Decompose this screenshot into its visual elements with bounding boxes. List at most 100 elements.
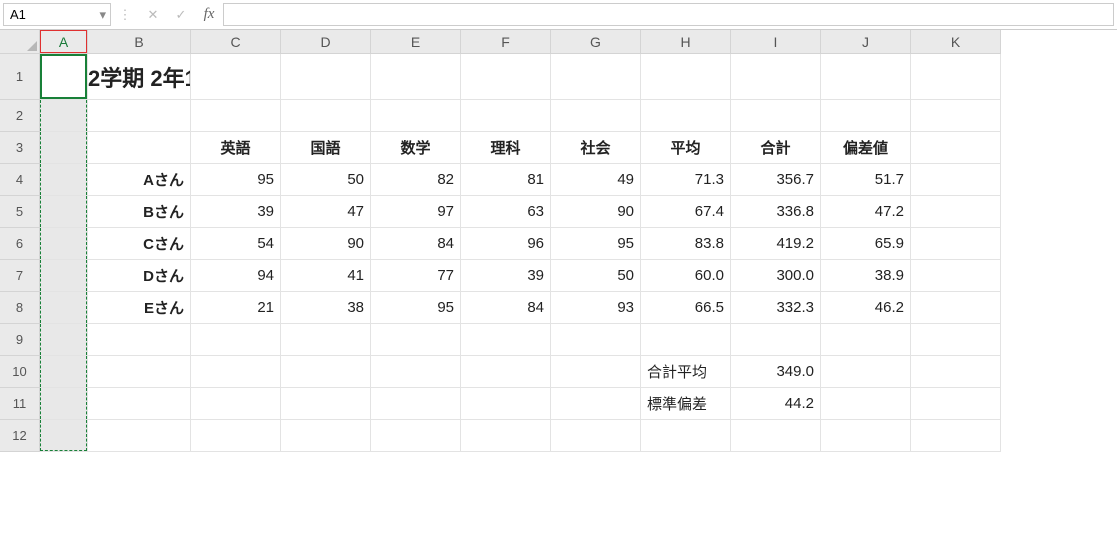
- insert-function-button[interactable]: fx: [195, 0, 223, 29]
- name-box[interactable]: A1 ▾: [3, 3, 111, 26]
- cell-C6[interactable]: 54: [191, 228, 281, 260]
- row-header-11[interactable]: 11: [0, 388, 40, 420]
- cell-J1[interactable]: [821, 54, 911, 100]
- cell-B10[interactable]: [88, 356, 191, 388]
- cell-J12[interactable]: [821, 420, 911, 452]
- column-header-F[interactable]: F: [461, 30, 551, 54]
- cell-D11[interactable]: [281, 388, 371, 420]
- cell-K8[interactable]: [911, 292, 1001, 324]
- cell-K7[interactable]: [911, 260, 1001, 292]
- cell-G2[interactable]: [551, 100, 641, 132]
- cell-K1[interactable]: [911, 54, 1001, 100]
- cell-D7[interactable]: 41: [281, 260, 371, 292]
- cell-I7[interactable]: 300.0: [731, 260, 821, 292]
- cell-F10[interactable]: [461, 356, 551, 388]
- row-header-3[interactable]: 3: [0, 132, 40, 164]
- cell-F6[interactable]: 96: [461, 228, 551, 260]
- cell-F4[interactable]: 81: [461, 164, 551, 196]
- cancel-button[interactable]: ✕: [139, 0, 167, 29]
- cell-E5[interactable]: 97: [371, 196, 461, 228]
- cell-E2[interactable]: [371, 100, 461, 132]
- cell-F12[interactable]: [461, 420, 551, 452]
- cell-C5[interactable]: 39: [191, 196, 281, 228]
- cell-D6[interactable]: 90: [281, 228, 371, 260]
- cell-I5[interactable]: 336.8: [731, 196, 821, 228]
- enter-button[interactable]: ✓: [167, 0, 195, 29]
- column-header-H[interactable]: H: [641, 30, 731, 54]
- cell-J6[interactable]: 65.9: [821, 228, 911, 260]
- cell-D8[interactable]: 38: [281, 292, 371, 324]
- cell-C8[interactable]: 21: [191, 292, 281, 324]
- cell-I2[interactable]: [731, 100, 821, 132]
- cell-J11[interactable]: [821, 388, 911, 420]
- cell-H6[interactable]: 83.8: [641, 228, 731, 260]
- cell-E9[interactable]: [371, 324, 461, 356]
- cell-D5[interactable]: 47: [281, 196, 371, 228]
- cell-E11[interactable]: [371, 388, 461, 420]
- formula-input[interactable]: [223, 3, 1114, 26]
- cell-H4[interactable]: 71.3: [641, 164, 731, 196]
- cell-J3[interactable]: 偏差値: [821, 132, 911, 164]
- cell-K9[interactable]: [911, 324, 1001, 356]
- cell-B11[interactable]: [88, 388, 191, 420]
- cell-E6[interactable]: 84: [371, 228, 461, 260]
- cell-E8[interactable]: 95: [371, 292, 461, 324]
- cell-H12[interactable]: [641, 420, 731, 452]
- cell-C2[interactable]: [191, 100, 281, 132]
- cell-A7[interactable]: [40, 260, 88, 292]
- cell-K2[interactable]: [911, 100, 1001, 132]
- cell-H10[interactable]: 合計平均: [641, 356, 731, 388]
- cell-G11[interactable]: [551, 388, 641, 420]
- cell-G9[interactable]: [551, 324, 641, 356]
- cell-H8[interactable]: 66.5: [641, 292, 731, 324]
- cell-B12[interactable]: [88, 420, 191, 452]
- cell-B4[interactable]: Aさん: [88, 164, 191, 196]
- column-header-G[interactable]: G: [551, 30, 641, 54]
- cell-J5[interactable]: 47.2: [821, 196, 911, 228]
- cell-G4[interactable]: 49: [551, 164, 641, 196]
- row-header-7[interactable]: 7: [0, 260, 40, 292]
- cell-G7[interactable]: 50: [551, 260, 641, 292]
- cell-A4[interactable]: [40, 164, 88, 196]
- cell-D9[interactable]: [281, 324, 371, 356]
- cell-G12[interactable]: [551, 420, 641, 452]
- cell-H5[interactable]: 67.4: [641, 196, 731, 228]
- cell-G8[interactable]: 93: [551, 292, 641, 324]
- cell-I12[interactable]: [731, 420, 821, 452]
- cell-C11[interactable]: [191, 388, 281, 420]
- column-header-I[interactable]: I: [731, 30, 821, 54]
- cell-A11[interactable]: [40, 388, 88, 420]
- cell-A6[interactable]: [40, 228, 88, 260]
- cell-E7[interactable]: 77: [371, 260, 461, 292]
- row-header-10[interactable]: 10: [0, 356, 40, 388]
- row-header-9[interactable]: 9: [0, 324, 40, 356]
- cell-D1[interactable]: [281, 54, 371, 100]
- cell-J8[interactable]: 46.2: [821, 292, 911, 324]
- cell-A2[interactable]: [40, 100, 88, 132]
- cell-G1[interactable]: [551, 54, 641, 100]
- cell-C12[interactable]: [191, 420, 281, 452]
- cell-D10[interactable]: [281, 356, 371, 388]
- cell-G5[interactable]: 90: [551, 196, 641, 228]
- spreadsheet-grid[interactable]: A B C D E F G H I J K 1 2学期 2年1組 中間試験成績表…: [0, 30, 1117, 452]
- cell-K12[interactable]: [911, 420, 1001, 452]
- select-all-corner[interactable]: [0, 30, 40, 54]
- cell-A8[interactable]: [40, 292, 88, 324]
- cell-F1[interactable]: [461, 54, 551, 100]
- cell-K3[interactable]: [911, 132, 1001, 164]
- cell-H2[interactable]: [641, 100, 731, 132]
- row-header-8[interactable]: 8: [0, 292, 40, 324]
- cell-F7[interactable]: 39: [461, 260, 551, 292]
- row-header-2[interactable]: 2: [0, 100, 40, 132]
- cell-E10[interactable]: [371, 356, 461, 388]
- row-header-6[interactable]: 6: [0, 228, 40, 260]
- cell-K11[interactable]: [911, 388, 1001, 420]
- cell-H7[interactable]: 60.0: [641, 260, 731, 292]
- cell-A5[interactable]: [40, 196, 88, 228]
- column-header-J[interactable]: J: [821, 30, 911, 54]
- cell-D3[interactable]: 国語: [281, 132, 371, 164]
- cell-B1[interactable]: 2学期 2年1組 中間試験成績表: [88, 54, 191, 100]
- cell-E12[interactable]: [371, 420, 461, 452]
- cell-F5[interactable]: 63: [461, 196, 551, 228]
- cell-E1[interactable]: [371, 54, 461, 100]
